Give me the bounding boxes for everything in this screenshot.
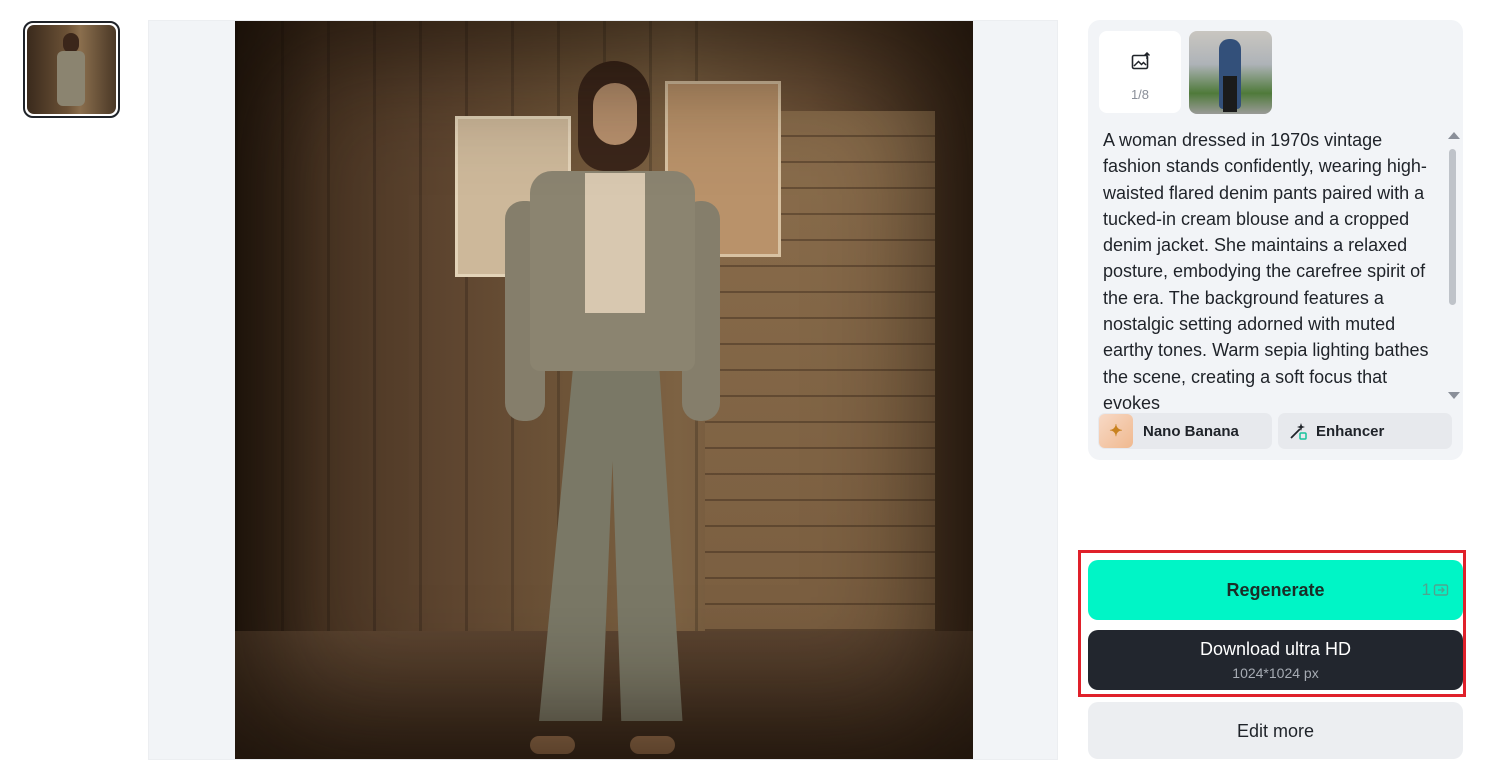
model-selector-chip[interactable]: ✦ Nano Banana [1098, 413, 1272, 449]
credit-icon [1433, 584, 1449, 596]
image-upload-icon [1131, 52, 1151, 70]
model-label: Nano Banana [1143, 422, 1239, 440]
credit-cost: 1 [1422, 580, 1449, 600]
edit-more-button[interactable]: Edit more [1088, 702, 1463, 759]
enhancer-chip[interactable]: Enhancer [1278, 413, 1452, 449]
image-preview-canvas [148, 20, 1058, 760]
enhancer-label: Enhancer [1316, 422, 1385, 440]
download-resolution: 1024*1024 px [1232, 665, 1319, 681]
banana-icon: ✦ [1099, 414, 1133, 448]
prompt-scrollbar[interactable] [1446, 132, 1460, 402]
history-thumbnail[interactable] [23, 21, 120, 118]
download-label: Download ultra HD [1199, 639, 1352, 659]
history-thumbnail-image [27, 25, 116, 114]
upload-count: 1/8 [1130, 87, 1150, 102]
scroll-down-arrow-icon[interactable] [1448, 392, 1460, 399]
download-ultra-hd-button[interactable]: Download ultra HD 1024*1024 px [1088, 630, 1463, 690]
scroll-up-arrow-icon[interactable] [1448, 132, 1460, 139]
credit-cost-value: 1 [1421, 580, 1431, 599]
upload-reference-button[interactable]: 1/8 [1099, 31, 1181, 113]
enhancer-icon [1288, 421, 1310, 441]
regenerate-button[interactable]: Regenerate 1 [1088, 560, 1463, 620]
regenerate-label: Regenerate [1226, 580, 1325, 600]
scroll-thumb[interactable] [1449, 149, 1456, 305]
edit-more-label: Edit more [1236, 721, 1315, 741]
prompt-panel: 1/8 A woman dressed in 1970s vintage fas… [1088, 20, 1463, 460]
generated-image [235, 21, 973, 759]
prompt-text[interactable]: A woman dressed in 1970s vintage fashion… [1103, 127, 1443, 410]
reference-image-thumbnail[interactable] [1189, 31, 1272, 114]
